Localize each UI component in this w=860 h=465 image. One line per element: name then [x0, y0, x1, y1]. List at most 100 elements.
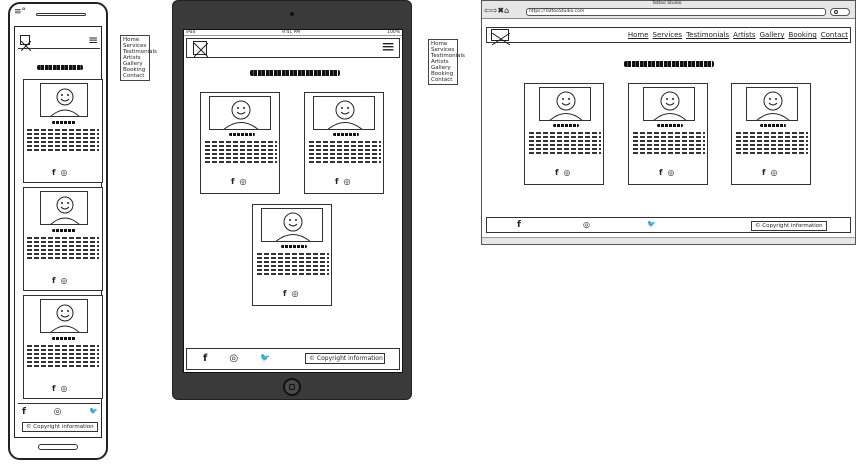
tablet-camera	[290, 12, 294, 16]
avatar	[40, 191, 88, 225]
nav-testimonials[interactable]: Testimonials	[686, 31, 729, 39]
desktop-card-3: f ◎	[731, 83, 811, 185]
desktop-page-title	[624, 61, 714, 67]
artist-bio	[257, 251, 329, 277]
phone-card-2: f ◎	[23, 187, 103, 291]
nav-booking[interactable]: Booking	[789, 31, 817, 39]
artist-name	[52, 229, 76, 232]
logo-placeholder-icon[interactable]	[491, 29, 511, 46]
footer-socials: f ◎ 🐦	[203, 353, 270, 364]
phone-menu-icon: ≡°	[14, 7, 27, 17]
home-button-icon[interactable]	[283, 378, 301, 396]
tablet-screen: iPad 9:41 PM 100% ≡ f ◎ f ◎ f ◎ f ◎ 🐦 © …	[183, 29, 403, 373]
phone-footer: f ◎ 🐦 © Copyright information	[18, 403, 100, 437]
hamburger-icon[interactable]: ≡	[88, 34, 98, 46]
artist-bio	[633, 130, 705, 156]
facebook-icon[interactable]: f	[52, 384, 55, 393]
footer-socials: f ◎ 🐦	[22, 407, 98, 417]
avatar	[209, 96, 271, 130]
card-socials: f ◎	[283, 289, 298, 298]
facebook-icon[interactable]: f	[203, 353, 207, 364]
phone-card-3: f ◎	[23, 295, 103, 399]
phone-home-bar[interactable]	[38, 444, 78, 450]
instagram-icon[interactable]: ◎	[583, 220, 590, 229]
twitter-icon[interactable]: 🐦	[260, 353, 270, 364]
tablet-menu-list: Home Services Testimonials Artists Galle…	[428, 39, 465, 85]
instagram-icon[interactable]: ◎	[54, 407, 62, 417]
phone-header: ≡	[18, 34, 100, 52]
menu-item-contact[interactable]: Contact	[123, 73, 147, 79]
twitter-icon[interactable]: 🐦	[89, 407, 98, 417]
card-socials: f ◎	[762, 168, 777, 177]
card-socials: f ◎	[231, 177, 246, 186]
card-socials: f ◎	[52, 384, 67, 393]
card-socials: f ◎	[555, 168, 570, 177]
phone-menu-list: Home Services Testimonials Artists Galle…	[120, 35, 157, 81]
facebook-icon[interactable]: f	[555, 168, 558, 177]
artist-name	[657, 124, 683, 127]
facebook-icon[interactable]: f	[22, 407, 26, 417]
instagram-icon[interactable]: ◎	[229, 353, 238, 364]
avatar	[40, 299, 88, 333]
instagram-icon[interactable]: ◎	[60, 276, 67, 285]
nav-home[interactable]: Home	[628, 31, 649, 39]
desktop-card-1: f ◎	[524, 83, 604, 185]
browser-nav-buttons: ⇦⇨✖⌂	[484, 6, 509, 15]
instagram-icon[interactable]: ◎	[60, 384, 67, 393]
avatar	[261, 208, 323, 242]
phone-status-bar: ≡°	[14, 7, 102, 21]
nav-services[interactable]: Services	[653, 31, 683, 39]
browser-mockup: Tattoo Studio ⇦⇨✖⌂ https://TattooStudio.…	[481, 0, 856, 245]
url-bar[interactable]: https://TattooStudio.com	[526, 8, 826, 16]
facebook-icon[interactable]: f	[231, 177, 234, 186]
instagram-icon[interactable]: ◎	[667, 168, 674, 177]
artist-bio	[27, 127, 99, 153]
tablet-page-title	[250, 70, 340, 76]
facebook-icon[interactable]: f	[52, 276, 55, 285]
phone-screen: ≡ f ◎ f ◎ f ◎ f ◎ 🐦 © Copyright informat…	[14, 26, 103, 438]
facebook-icon[interactable]: f	[762, 168, 765, 177]
status-right: 100%	[387, 30, 400, 35]
instagram-icon[interactable]: ◎	[291, 289, 298, 298]
back-icon[interactable]: ⇦	[484, 6, 491, 15]
artist-bio	[529, 130, 601, 156]
instagram-icon[interactable]: ◎	[239, 177, 246, 186]
facebook-icon[interactable]: f	[335, 177, 338, 186]
twitter-icon[interactable]: 🐦	[647, 220, 656, 228]
browser-chrome: Tattoo Studio ⇦⇨✖⌂ https://TattooStudio.…	[482, 1, 855, 19]
tablet-card-3: f ◎	[252, 204, 332, 306]
tablet-status-bar: iPad 9:41 PM 100%	[184, 30, 402, 36]
menu-item-contact[interactable]: Contact	[431, 77, 455, 83]
card-socials: f ◎	[659, 168, 674, 177]
browser-window-title: Tattoo Studio	[652, 1, 682, 6]
card-socials: f ◎	[52, 168, 67, 177]
hamburger-icon[interactable]: ≡	[381, 39, 395, 56]
copyright-box: © Copyright information	[305, 353, 385, 364]
nav-artists[interactable]: Artists	[733, 31, 755, 39]
nav-contact[interactable]: Contact	[821, 31, 848, 39]
instagram-icon[interactable]: ◎	[563, 168, 570, 177]
instagram-icon[interactable]: ◎	[60, 168, 67, 177]
instagram-icon[interactable]: ◎	[343, 177, 350, 186]
tablet-card-2: f ◎	[304, 92, 384, 194]
artist-name	[281, 245, 307, 248]
facebook-icon[interactable]: f	[517, 220, 521, 230]
avatar	[539, 87, 591, 121]
artist-name	[333, 133, 359, 136]
facebook-icon[interactable]: f	[283, 289, 286, 298]
logo-placeholder-icon[interactable]	[193, 41, 209, 58]
avatar	[40, 83, 88, 117]
artist-bio	[309, 139, 381, 165]
logo-placeholder-icon[interactable]	[20, 35, 32, 52]
search-toggle[interactable]	[830, 8, 850, 16]
facebook-icon[interactable]: f	[52, 168, 55, 177]
instagram-icon[interactable]: ◎	[770, 168, 777, 177]
home-icon[interactable]: ⌂	[504, 6, 509, 15]
horizontal-scrollbar[interactable]	[482, 237, 855, 244]
facebook-icon[interactable]: f	[659, 168, 662, 177]
artist-bio	[27, 343, 99, 369]
nav-gallery[interactable]: Gallery	[760, 31, 785, 39]
artist-name	[52, 337, 76, 340]
copyright-box: © Copyright information	[751, 221, 827, 231]
artist-name	[760, 124, 786, 127]
